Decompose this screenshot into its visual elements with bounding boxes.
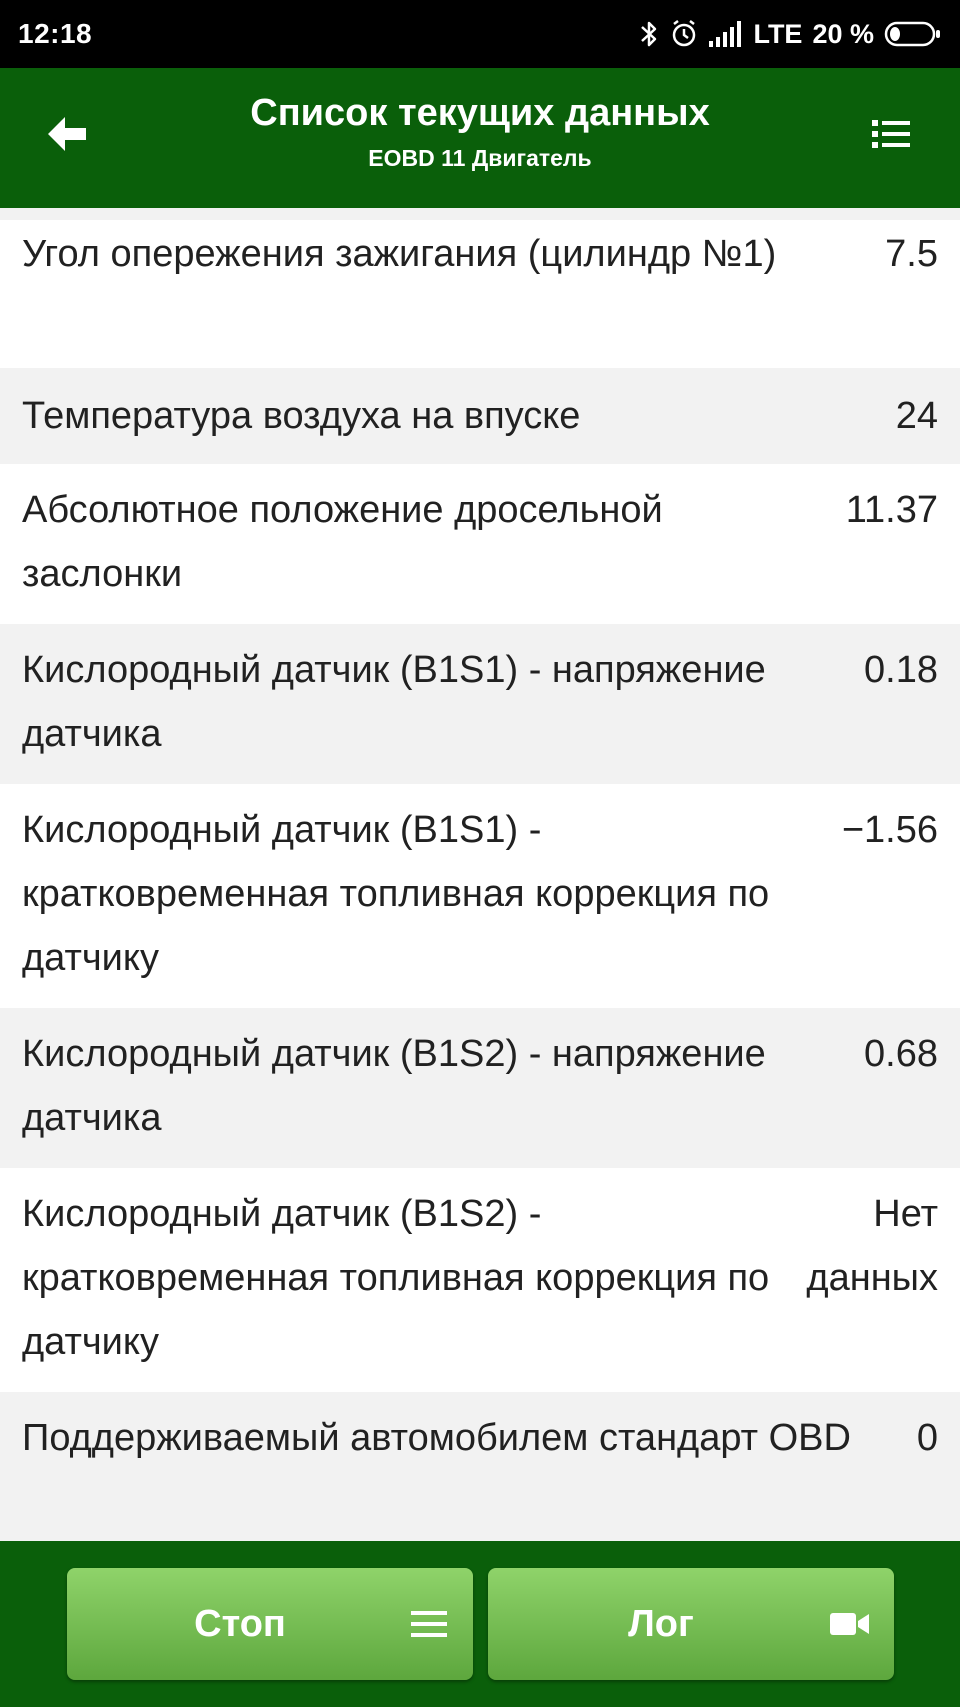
data-list[interactable]: Угол опережения зажигания (цилиндр №1) 7… xyxy=(0,208,960,1541)
status-bar: 12:18 LTE 20 % xyxy=(0,0,960,68)
param-value: 11.37 xyxy=(845,489,938,531)
param-label: Кислородный датчик (B1S1) - напряжение д… xyxy=(22,649,766,755)
list-item[interactable]: Поддерживаемый автомобилем стандарт OBD … xyxy=(0,1392,960,1541)
list-icon xyxy=(407,1602,451,1646)
param-label: Абсолютное положение дросельной заслонки xyxy=(22,489,663,595)
list-item[interactable]: Температура воздуха на впуске 24 xyxy=(0,368,960,464)
bottom-toolbar: Стоп Лог xyxy=(0,1541,960,1707)
stop-button-label: Стоп xyxy=(194,1602,286,1645)
list-top-divider xyxy=(0,208,960,220)
param-value: 7.5 xyxy=(885,233,938,275)
signal-icon xyxy=(709,21,743,47)
param-label: Температура воздуха на впуске xyxy=(22,395,581,437)
app-bar: Список текущих данных EOBD 11 Двигатель xyxy=(0,68,960,208)
param-value: 0.18 xyxy=(864,649,938,691)
param-value: 0 xyxy=(916,1417,938,1459)
bluetooth-icon xyxy=(639,19,659,49)
page-title: Список текущих данных xyxy=(250,92,710,134)
battery-percent: 20 % xyxy=(812,18,874,49)
title-block: Список текущих данных EOBD 11 Двигатель xyxy=(140,88,820,174)
param-label: Угол опережения зажигания (цилиндр №1) xyxy=(22,233,777,275)
battery-icon xyxy=(884,20,942,48)
param-label: Поддерживаемый автомобилем стандарт OBD xyxy=(22,1417,851,1459)
status-icons: LTE 20 % xyxy=(639,19,942,50)
log-button[interactable]: Лог xyxy=(488,1568,894,1680)
param-value: 24 xyxy=(895,395,938,437)
alarm-icon xyxy=(669,19,699,49)
param-label: Кислородный датчик (B1S2) - напряжение д… xyxy=(22,1033,766,1139)
param-value: 0.68 xyxy=(864,1033,938,1075)
list-item[interactable]: Абсолютное положение дросельной заслонки… xyxy=(0,464,960,624)
param-value: −1.56 xyxy=(841,809,938,851)
param-label: Кислородный датчик (B1S1) - кратковремен… xyxy=(22,809,770,979)
page-subtitle: EOBD 11 Двигатель xyxy=(368,145,592,171)
stop-button[interactable]: Стоп xyxy=(67,1568,473,1680)
list-item[interactable]: Кислородный датчик (B1S2) - напряжение д… xyxy=(0,1008,960,1168)
list-item[interactable]: Кислородный датчик (B1S1) - кратковремен… xyxy=(0,784,960,1008)
list-item[interactable]: Кислородный датчик (B1S1) - напряжение д… xyxy=(0,624,960,784)
list-menu-icon xyxy=(872,119,912,154)
video-camera-icon xyxy=(828,1602,872,1646)
menu-button[interactable] xyxy=(860,108,924,164)
network-type: LTE xyxy=(753,18,803,49)
status-time: 12:18 xyxy=(18,18,93,49)
list-item[interactable]: Кислородный датчик (B1S2) - кратковремен… xyxy=(0,1168,960,1392)
list-item[interactable]: Угол опережения зажигания (цилиндр №1) 7… xyxy=(0,220,960,368)
param-label: Кислородный датчик (B1S2) - кратковремен… xyxy=(22,1193,770,1363)
back-button[interactable] xyxy=(36,108,100,164)
param-value: Нет данных xyxy=(806,1193,938,1299)
log-button-label: Лог xyxy=(628,1602,694,1645)
back-arrow-icon xyxy=(48,116,88,156)
